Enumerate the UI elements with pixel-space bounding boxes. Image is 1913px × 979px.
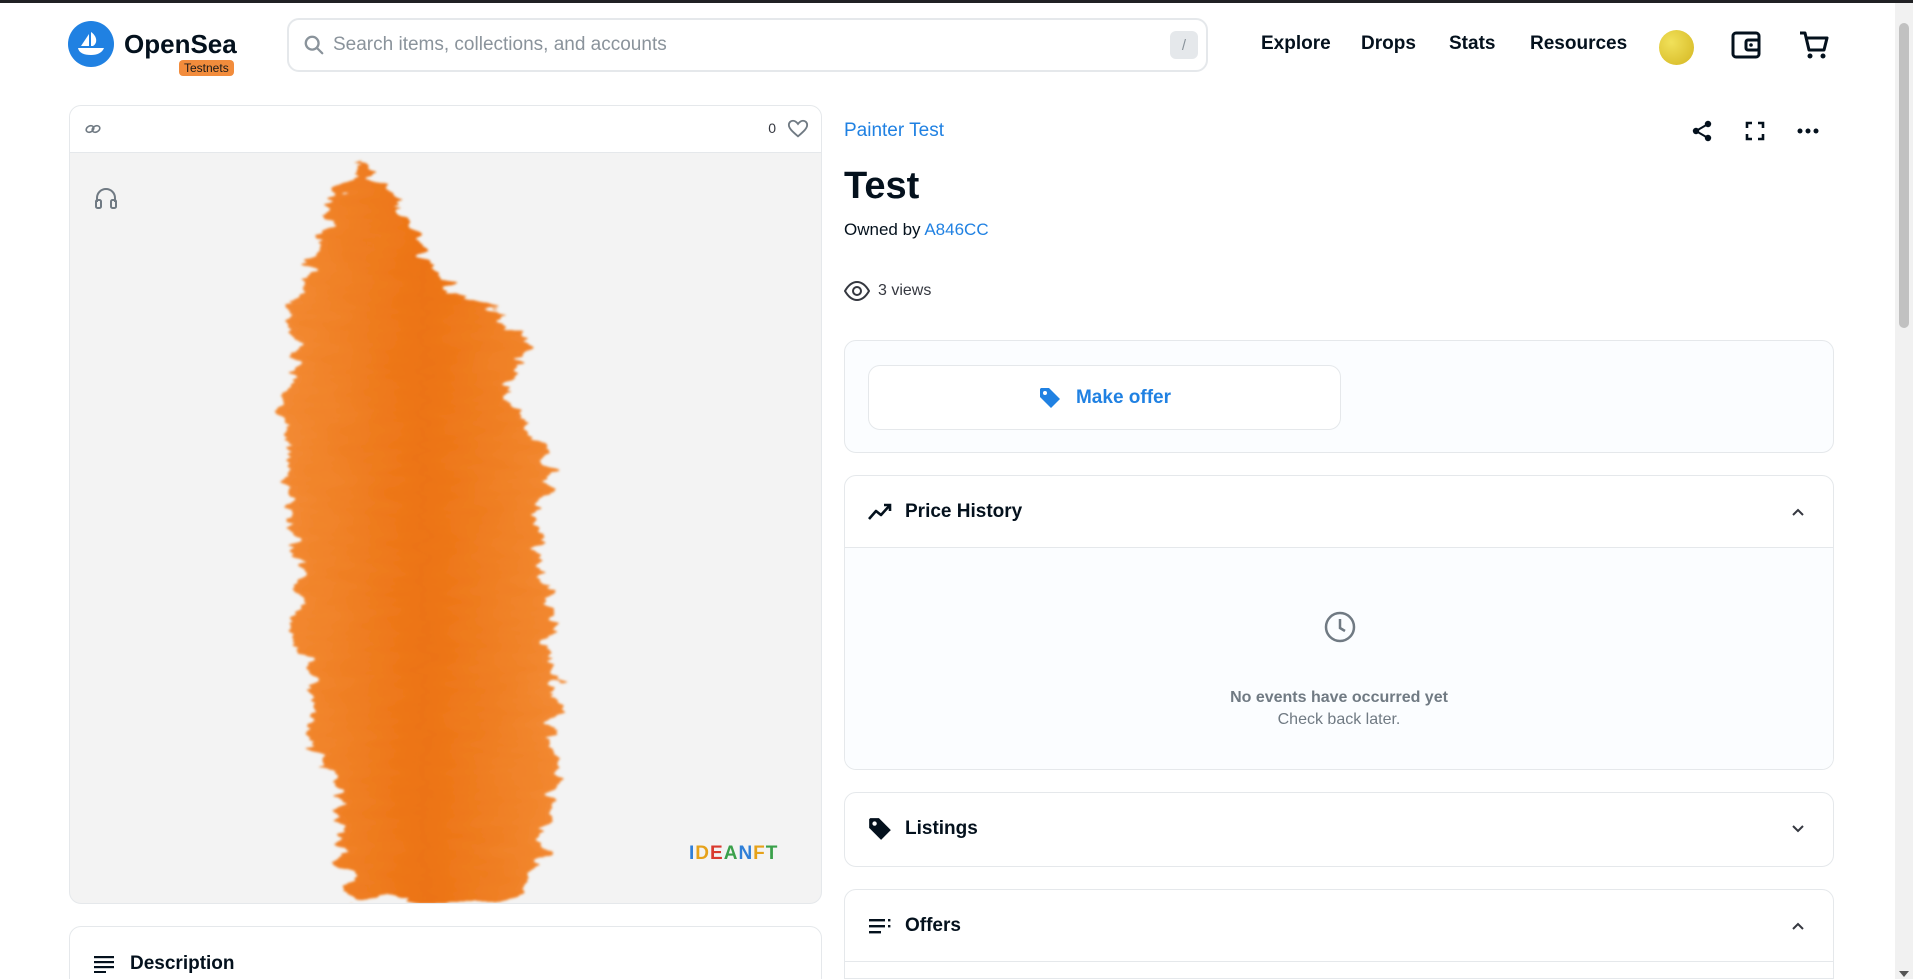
page-scrollbar[interactable]: [1895, 3, 1913, 979]
offers-panel: Offers: [844, 889, 1834, 979]
price-history-title: Price History: [905, 500, 1023, 522]
listings-title: Listings: [905, 818, 978, 839]
media-card: 0 IDEANFT: [69, 105, 822, 904]
headphones-icon[interactable]: [93, 185, 119, 211]
trending-icon: [868, 503, 892, 520]
search-shortcut-key: /: [1170, 31, 1198, 59]
item-title: Test: [844, 165, 920, 207]
media-toolbar: 0: [70, 106, 821, 153]
price-history-header[interactable]: Price History: [845, 476, 1833, 548]
chevron-up-icon[interactable]: [1789, 917, 1807, 935]
owner-line: Owned by A846CC: [844, 220, 989, 240]
fullscreen-icon[interactable]: [1742, 118, 1768, 144]
search-input[interactable]: [333, 34, 1153, 56]
owner-link[interactable]: A846CC: [924, 220, 988, 239]
views-label: 3 views: [878, 282, 932, 299]
clock-icon: [1324, 611, 1356, 643]
opensea-logo-icon: [68, 21, 114, 67]
testnets-badge: Testnets: [179, 60, 234, 76]
description-panel[interactable]: Description: [69, 926, 822, 979]
nav-resources[interactable]: Resources: [1530, 33, 1627, 55]
empty-title: No events have occurred yet: [1230, 689, 1448, 706]
owned-by-label: Owned by: [844, 220, 921, 239]
scroll-down-arrow-icon[interactable]: [1899, 971, 1909, 977]
price-history-panel: Price History No events have occurred ye…: [844, 475, 1834, 770]
tag-icon: [1039, 387, 1060, 408]
description-title: Description: [130, 953, 235, 974]
top-navbar: OpenSea Testnets / Explore Drops Stats R…: [0, 3, 1895, 87]
offer-box: Make offer: [844, 340, 1834, 453]
price-history-empty: No events have occurred yet Check back l…: [845, 548, 1833, 769]
make-offer-label: Make offer: [1075, 386, 1172, 408]
nav-explore[interactable]: Explore: [1261, 33, 1331, 55]
listings-panel[interactable]: Listings: [844, 792, 1834, 867]
listings-header[interactable]: Listings: [845, 793, 1833, 865]
empty-subtitle: Check back later.: [1277, 711, 1401, 728]
share-icon[interactable]: [1689, 118, 1715, 144]
list-icon: [869, 918, 891, 933]
brand-name: OpenSea: [124, 28, 237, 59]
watermark-logo: IDEANFT: [689, 843, 779, 864]
nav-stats[interactable]: Stats: [1449, 33, 1495, 55]
favorites-count: 0: [768, 120, 776, 136]
collection-link[interactable]: Painter Test: [844, 120, 944, 142]
chevron-down-icon[interactable]: [1789, 820, 1807, 838]
search-icon: [304, 35, 324, 55]
avatar[interactable]: [1659, 30, 1694, 65]
scrollbar-thumb[interactable]: [1899, 23, 1909, 328]
media-area[interactable]: IDEANFT: [70, 153, 821, 903]
cart-icon[interactable]: [1797, 28, 1831, 62]
views-count: 3 views: [844, 281, 931, 301]
heart-icon[interactable]: [787, 118, 809, 140]
tag-icon: [869, 818, 891, 840]
more-icon[interactable]: [1795, 118, 1821, 144]
nav-drops[interactable]: Drops: [1361, 33, 1416, 55]
offers-header[interactable]: Offers: [845, 890, 1833, 962]
offers-title: Offers: [905, 914, 961, 936]
wallet-icon[interactable]: [1729, 28, 1763, 62]
chain-icon[interactable]: [84, 120, 102, 138]
make-offer-button[interactable]: Make offer: [868, 365, 1341, 430]
nft-artwork: [285, 158, 562, 903]
search-bar[interactable]: /: [287, 18, 1208, 72]
eye-icon: [844, 281, 870, 301]
chevron-up-icon[interactable]: [1789, 503, 1807, 521]
description-icon: [94, 956, 114, 973]
